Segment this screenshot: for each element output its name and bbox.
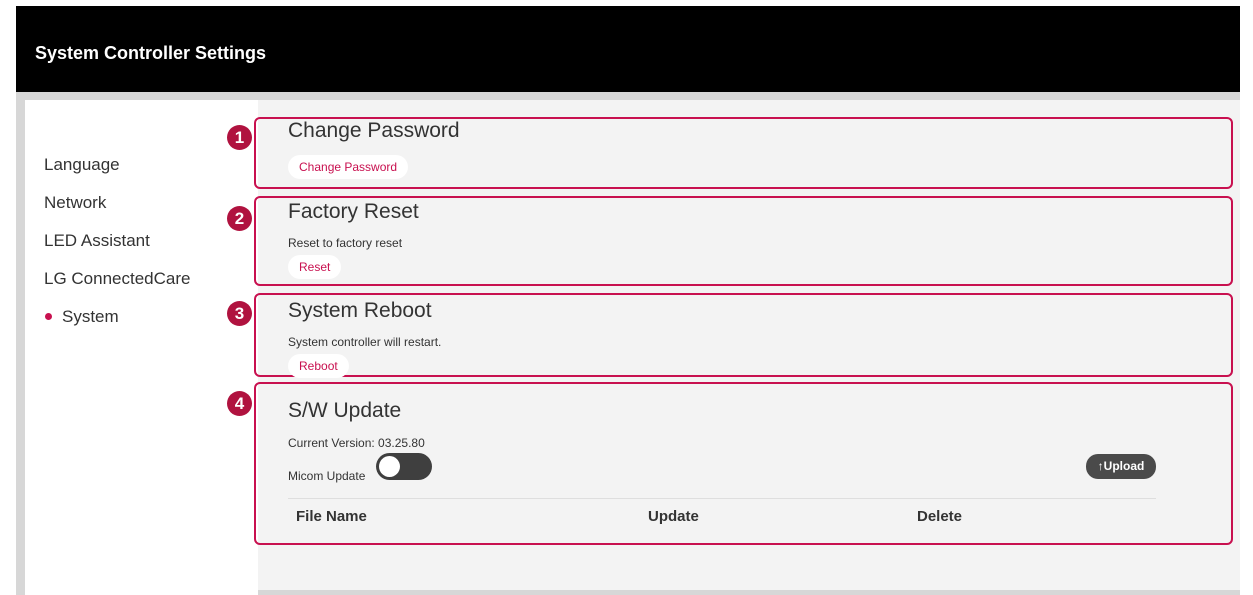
sidebar-item-network[interactable]: Network bbox=[44, 193, 106, 213]
sidebar-item-language[interactable]: Language bbox=[44, 155, 120, 175]
callout-badge-3: 3 bbox=[227, 301, 252, 326]
change-password-button[interactable]: Change Password bbox=[288, 155, 409, 179]
app-title: System Controller Settings bbox=[35, 43, 267, 63]
micom-update-label: Micom Update bbox=[288, 469, 366, 483]
micom-update-toggle[interactable] bbox=[376, 453, 432, 480]
system-reboot-title: System Reboot bbox=[288, 299, 432, 322]
callout-badge-2: 2 bbox=[227, 206, 252, 231]
current-version-text: Current Version: 03.25.80 bbox=[288, 436, 425, 450]
table-divider bbox=[288, 498, 1156, 499]
sidebar-item-lg-connectedcare[interactable]: LG ConnectedCare bbox=[44, 269, 190, 289]
column-header-delete: Delete bbox=[917, 508, 963, 525]
factory-reset-title: Factory Reset bbox=[288, 200, 419, 223]
factory-reset-description: Reset to factory reset bbox=[288, 236, 403, 250]
toggle-knob bbox=[379, 456, 400, 477]
reboot-button[interactable]: Reboot bbox=[288, 354, 349, 378]
sidebar-item-led-assistant[interactable]: LED Assistant bbox=[44, 231, 150, 251]
active-indicator-dot bbox=[45, 313, 52, 320]
callout-badge-4: 4 bbox=[227, 391, 252, 416]
sidebar-item-system[interactable]: System bbox=[62, 307, 119, 327]
change-password-title: Change Password bbox=[288, 119, 460, 142]
sw-update-title: S/W Update bbox=[288, 399, 402, 422]
upload-button[interactable]: ↑Upload bbox=[1086, 454, 1156, 479]
app-header: System Controller Settings bbox=[16, 6, 1240, 92]
column-header-file-name: File Name bbox=[296, 508, 367, 525]
callout-badge-1: 1 bbox=[227, 125, 252, 150]
column-header-update: Update bbox=[648, 508, 699, 525]
reset-button[interactable]: Reset bbox=[288, 255, 342, 279]
system-reboot-description: System controller will restart. bbox=[288, 335, 442, 349]
